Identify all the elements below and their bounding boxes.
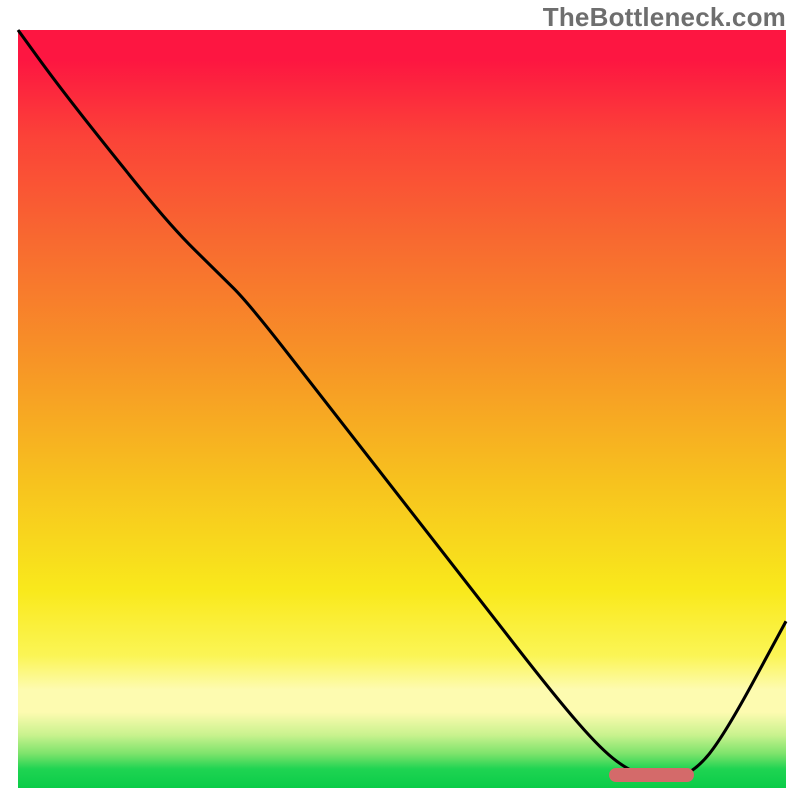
bottleneck-curve xyxy=(18,30,786,779)
chart-stage: TheBottleneck.com xyxy=(0,0,800,800)
watermark-label: TheBottleneck.com xyxy=(543,2,786,33)
bottleneck-curve-layer xyxy=(18,30,786,788)
minimum-range-marker xyxy=(609,768,693,782)
